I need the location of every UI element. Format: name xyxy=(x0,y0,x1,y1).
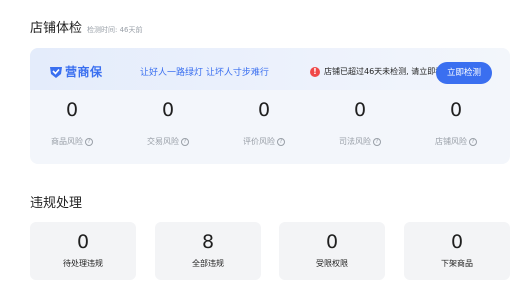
health-title: 店铺体检 xyxy=(30,21,83,36)
warning-text: 店铺已超过46天未检测, 请立即检测 xyxy=(324,67,452,76)
question-icon[interactable]: ? xyxy=(181,137,189,146)
risk-value: 0 xyxy=(161,99,175,121)
detect-now-button[interactable]: 立即检测 xyxy=(436,62,492,84)
violation-label: 受限权限 xyxy=(316,259,348,268)
question-icon[interactable]: ? xyxy=(373,137,381,146)
risk-label: 商品风险? xyxy=(32,136,112,147)
violation-label: 全部违规 xyxy=(192,259,224,268)
slogan: 让好人一路绿灯 让坏人寸步难行 xyxy=(140,68,269,78)
violation-card-restricted[interactable]: 0 受限权限 xyxy=(279,222,385,280)
risk-item-store[interactable]: 0 店铺风险? xyxy=(416,98,496,147)
alert-icon: ! xyxy=(310,66,320,77)
brand-logo: 营商保 xyxy=(49,63,103,80)
question-icon[interactable]: ? xyxy=(277,137,285,146)
risk-row: 0 商品风险? 0 交易风险? 0 评价风险? 0 司法风险? 0 店铺风险? xyxy=(30,98,510,158)
health-section-title: 店铺体检 检测时间: 46天前 xyxy=(30,17,143,36)
health-check-time: 检测时间: 46天前 xyxy=(87,26,143,34)
violation-value: 0 xyxy=(325,231,339,253)
brand-name: 营商保 xyxy=(65,65,103,79)
violation-card-delisted[interactable]: 0 下架商品 xyxy=(404,222,510,280)
risk-label: 店铺风险? xyxy=(416,136,496,147)
violation-value: 8 xyxy=(201,231,215,253)
violation-label: 下架商品 xyxy=(441,259,473,268)
question-icon[interactable]: ? xyxy=(85,137,93,146)
risk-value: 0 xyxy=(449,99,463,121)
risk-item-trade[interactable]: 0 交易风险? xyxy=(128,98,208,147)
violation-value: 0 xyxy=(76,231,90,253)
shield-check-icon xyxy=(50,66,62,78)
violations-title: 违规处理 xyxy=(30,196,83,211)
risk-label: 交易风险? xyxy=(128,136,208,147)
violation-card-pending[interactable]: 0 待处理违规 xyxy=(30,222,136,280)
question-icon[interactable]: ? xyxy=(469,137,477,146)
risk-value: 0 xyxy=(65,99,79,121)
risk-item-legal[interactable]: 0 司法风险? xyxy=(320,98,400,147)
risk-label: 司法风险? xyxy=(320,136,400,147)
warning: ! 店铺已超过46天未检测, 请立即检测 xyxy=(310,66,451,77)
violation-value: 0 xyxy=(450,231,464,253)
risk-value: 0 xyxy=(257,99,271,121)
violation-label: 待处理违规 xyxy=(63,259,103,268)
risk-value: 0 xyxy=(353,99,367,121)
violation-card-all[interactable]: 8 全部违规 xyxy=(155,222,261,280)
risk-item-product[interactable]: 0 商品风险? xyxy=(32,98,112,147)
risk-item-review[interactable]: 0 评价风险? xyxy=(224,98,304,147)
risk-label: 评价风险? xyxy=(224,136,304,147)
